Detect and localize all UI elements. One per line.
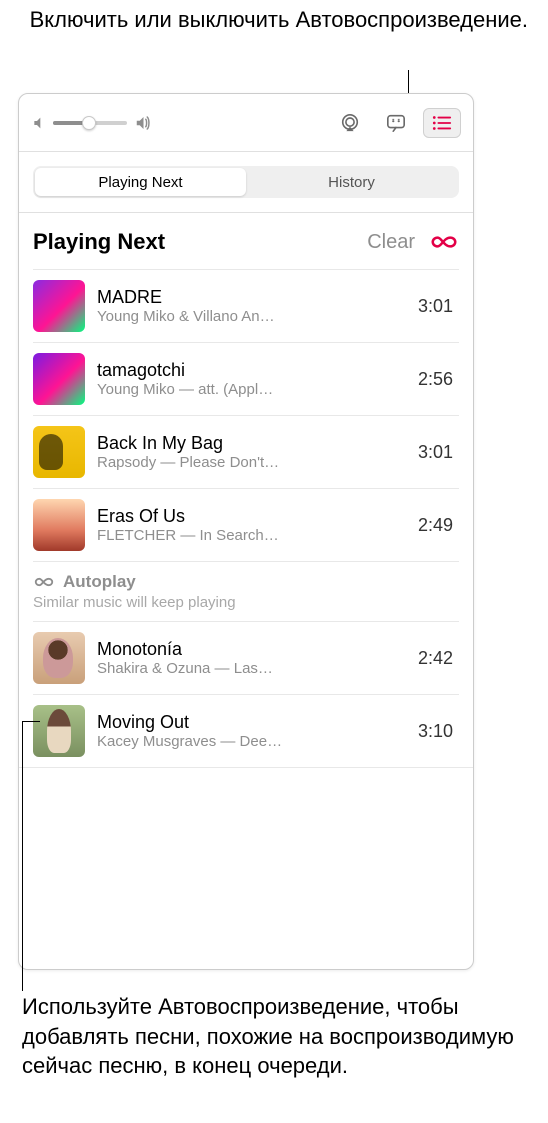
autoplay-label: Autoplay	[63, 572, 136, 592]
lyrics-button[interactable]	[377, 108, 415, 138]
track-row[interactable]: tamagotchi Young Miko — att. (Appl… 2:56	[33, 342, 459, 415]
track-meta: Moving Out Kacey Musgraves — Dee…	[97, 712, 406, 750]
autoplay-toggle[interactable]	[429, 233, 459, 251]
callout-leader-line-bottom	[22, 721, 23, 991]
track-meta: tamagotchi Young Miko — att. (Appl…	[97, 360, 406, 398]
track-row[interactable]: Monotonía Shakira & Ozuna — Las… 2:42	[33, 621, 459, 694]
volume-slider[interactable]	[53, 121, 127, 125]
autoplay-subtitle: Similar music will keep playing	[33, 594, 459, 611]
volume-low-icon	[31, 115, 47, 131]
track-row[interactable]: Back In My Bag Rapsody — Please Don't… 3…	[33, 415, 459, 488]
lyrics-icon	[385, 113, 407, 133]
track-subtitle: Young Miko — att. (Appl…	[97, 381, 317, 398]
album-art	[33, 632, 85, 684]
track-subtitle: Rapsody — Please Don't…	[97, 454, 317, 471]
segmented-control: Playing Next History	[33, 166, 459, 198]
toolbar	[19, 94, 473, 152]
callout-top: Включить или выключить Автовоспроизведен…	[0, 6, 528, 35]
track-duration: 3:01	[418, 296, 459, 317]
track-subtitle: Kacey Musgraves — Dee…	[97, 733, 317, 750]
callout-leader-tick	[22, 721, 40, 722]
track-row[interactable]: Moving Out Kacey Musgraves — Dee… 3:10	[33, 694, 459, 767]
album-art	[33, 499, 85, 551]
tab-playing-next[interactable]: Playing Next	[35, 168, 246, 196]
autoplay-section-header: Autoplay Similar music will keep playing	[33, 561, 459, 621]
track-duration: 2:49	[418, 515, 459, 536]
track-duration: 2:56	[418, 369, 459, 390]
track-title: Moving Out	[97, 712, 406, 733]
infinity-small-icon	[33, 572, 55, 592]
track-meta: Eras Of Us FLETCHER — In Search…	[97, 506, 406, 544]
album-art	[33, 426, 85, 478]
track-meta: Back In My Bag Rapsody — Please Don't…	[97, 433, 406, 471]
track-row[interactable]: Eras Of Us FLETCHER — In Search… 2:49	[33, 488, 459, 561]
track-row[interactable]: MADRE Young Miko & Villano An… 3:01	[33, 269, 459, 342]
track-subtitle: Shakira & Ozuna — Las…	[97, 660, 317, 677]
clear-button[interactable]: Clear	[367, 231, 415, 254]
album-art	[33, 353, 85, 405]
track-title: tamagotchi	[97, 360, 406, 381]
album-art	[33, 280, 85, 332]
track-title: Monotonía	[97, 639, 406, 660]
section-title: Playing Next	[33, 229, 367, 255]
queue-icon	[432, 115, 452, 131]
infinity-icon	[429, 233, 459, 251]
track-duration: 2:42	[418, 648, 459, 669]
queue-window: Playing Next History Playing Next Clear …	[18, 93, 474, 970]
track-title: Eras Of Us	[97, 506, 406, 527]
airplay-button[interactable]	[331, 108, 369, 138]
track-duration: 3:01	[418, 442, 459, 463]
volume-high-icon	[133, 114, 151, 132]
airplay-icon	[339, 113, 361, 133]
autoplay-list: Monotonía Shakira & Ozuna — Las… 2:42 Mo…	[33, 621, 459, 767]
tab-history[interactable]: History	[246, 168, 457, 196]
callout-bottom: Используйте Автовоспроизведение, чтобы д…	[22, 992, 528, 1081]
queue-button[interactable]	[423, 108, 461, 138]
volume-control[interactable]	[31, 114, 151, 132]
track-title: MADRE	[97, 287, 406, 308]
track-meta: MADRE Young Miko & Villano An…	[97, 287, 406, 325]
bottom-divider	[19, 767, 473, 768]
content-area: Playing Next History Playing Next Clear …	[19, 152, 473, 969]
track-subtitle: FLETCHER — In Search…	[97, 527, 317, 544]
album-art	[33, 705, 85, 757]
track-meta: Monotonía Shakira & Ozuna — Las…	[97, 639, 406, 677]
playing-next-list: MADRE Young Miko & Villano An… 3:01 tama…	[33, 269, 459, 561]
track-duration: 3:10	[418, 721, 459, 742]
track-title: Back In My Bag	[97, 433, 406, 454]
section-header: Playing Next Clear	[33, 213, 459, 269]
track-subtitle: Young Miko & Villano An…	[97, 308, 317, 325]
volume-knob[interactable]	[82, 116, 96, 130]
